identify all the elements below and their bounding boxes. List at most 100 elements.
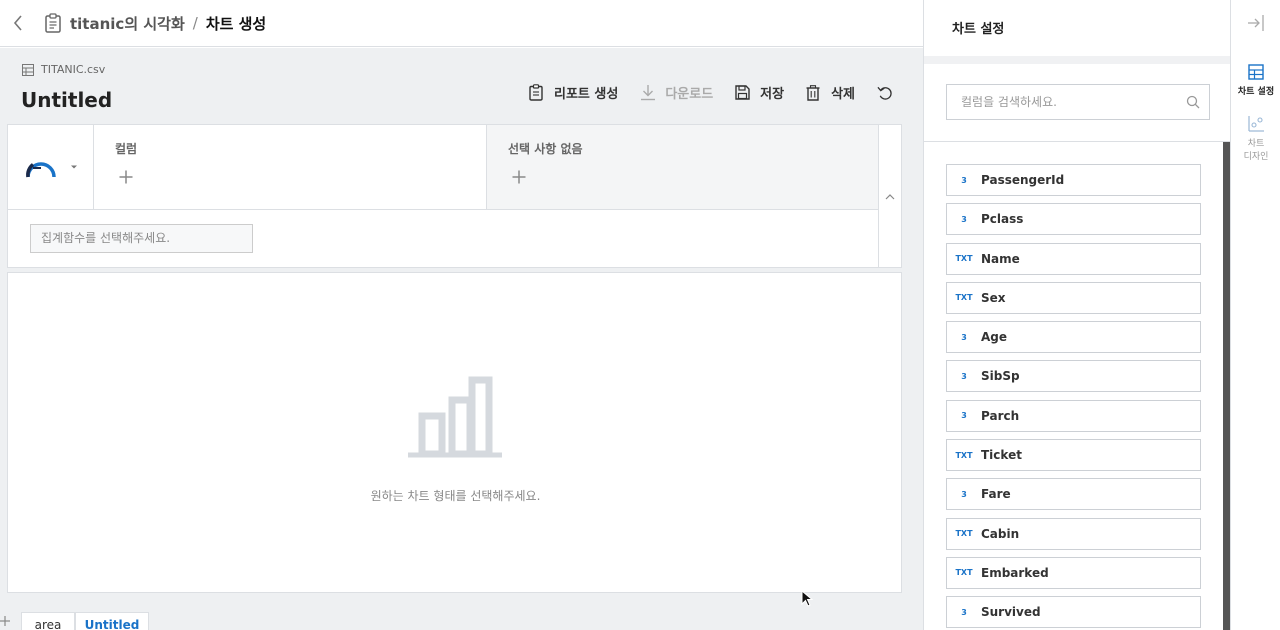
column-item-ticket[interactable]: TXT Ticket [946, 439, 1201, 472]
column-name: Sex [981, 290, 1006, 305]
file-name: TITANIC.csv [41, 63, 106, 76]
column-drop-zone[interactable]: 컬럼 [94, 125, 487, 209]
mouse-cursor-icon [801, 590, 813, 607]
selection-drop-zone[interactable]: 선택 사항 없음 [487, 125, 879, 209]
column-list-scrollbar[interactable] [1223, 142, 1230, 630]
chart-area: 원하는 차트 형태를 선택해주세요. [7, 272, 902, 593]
column-name: Name [981, 251, 1020, 266]
selection-label: 선택 사항 없음 [508, 142, 583, 156]
empty-chart-message: 원하는 차트 형태를 선택해주세요. [370, 489, 541, 503]
chart-type-selector[interactable] [8, 125, 94, 209]
trash-icon [806, 84, 822, 102]
numeric-type-icon: 3 [961, 489, 967, 499]
breadcrumb-current: 차트 생성 [205, 14, 267, 33]
close-panel-icon[interactable] [1247, 14, 1265, 32]
workspace: TITANIC.csv Untitled 리포트 생성 다운로드 저장 삭제 컬… [0, 48, 923, 610]
breadcrumb-separator: / [192, 14, 198, 32]
panel-separator [924, 141, 1231, 142]
chevron-up-icon [885, 194, 894, 200]
caret-down-icon [70, 165, 77, 169]
column-name: Pclass [981, 212, 1024, 227]
numeric-type-icon: 3 [961, 175, 967, 185]
column-name: PassengerId [981, 173, 1065, 187]
save-icon [735, 84, 751, 102]
add-column-button[interactable] [116, 167, 136, 187]
add-tab-button[interactable] [0, 614, 14, 630]
clipboard-icon [529, 84, 545, 102]
save-button[interactable]: 저장 [735, 83, 784, 102]
column-name: Survived [981, 605, 1041, 620]
panel-header: 차트 설정 [924, 0, 1231, 56]
column-name: Fare [981, 487, 1011, 502]
tab-area[interactable]: area [21, 612, 75, 630]
column-item-age[interactable]: 3 Age [946, 321, 1201, 354]
numeric-type-icon: 3 [961, 371, 967, 381]
tab-label: area [34, 618, 62, 630]
text-type-icon: TXT [955, 450, 973, 460]
numeric-type-icon: 3 [961, 411, 967, 421]
delete-button[interactable]: 삭제 [806, 83, 855, 102]
plus-icon [0, 616, 10, 626]
breadcrumb-parent[interactable]: titanic의 시각화 [70, 13, 185, 34]
column-item-cabin[interactable]: TXT Cabin [946, 517, 1201, 550]
panel-divider [924, 56, 1231, 64]
report-button[interactable]: 리포트 생성 [529, 83, 618, 102]
numeric-type-icon: 3 [961, 214, 967, 224]
side-rail: 차트 설정 차트 디자인 [1230, 0, 1280, 630]
numeric-type-icon: 3 [961, 607, 967, 617]
column-name: Parch [981, 408, 1020, 423]
toolbar: 리포트 생성 다운로드 저장 삭제 [507, 83, 893, 102]
back-button[interactable] [0, 0, 36, 46]
column-name: Age [981, 330, 1008, 345]
column-item-survived[interactable]: 3 Survived [946, 596, 1201, 629]
reset-button[interactable] [877, 84, 893, 102]
rail-chart-design[interactable]: 차트 디자인 [1231, 115, 1280, 162]
column-item-sex[interactable]: TXT Sex [946, 281, 1201, 314]
plus-icon [512, 170, 526, 184]
table-icon [22, 63, 34, 76]
column-list: 3 PassengerId 3 Pclass TXT Name TXT Sex 3 Age… [946, 164, 1201, 630]
column-item-pclass[interactable]: 3 Pclass [946, 203, 1201, 236]
text-type-icon: TXT [955, 254, 973, 264]
gauge-icon [25, 162, 56, 178]
add-selection-button[interactable] [509, 167, 529, 187]
column-item-embarked[interactable]: TXT Embarked [946, 556, 1201, 589]
search-icon [1186, 95, 1200, 109]
plus-icon [119, 170, 133, 184]
sheet-tab-bar: area Untitled [0, 610, 923, 630]
text-type-icon: TXT [955, 529, 973, 539]
chart-settings-panel: 차트 설정 컬럼을 검색하세요. 3 PassengerId 3 Pclass TX… [923, 0, 1231, 630]
column-item-passengerid[interactable]: 3 PassengerId [946, 164, 1201, 196]
rail-chart-settings-label: 차트 설정 [1237, 87, 1275, 97]
column-label: 컬럼 [115, 142, 138, 156]
download-icon [640, 84, 656, 102]
rail-chart-design-label-2: 디자인 [1243, 152, 1269, 162]
tab-label: Untitled [84, 618, 140, 630]
delete-button-label: 삭제 [831, 87, 855, 102]
tab-untitled[interactable]: Untitled [75, 612, 149, 630]
table-icon [1248, 64, 1264, 80]
rail-chart-settings[interactable]: 차트 설정 [1231, 63, 1280, 97]
aggregate-row: 집계함수를 선택해주세요. [8, 209, 879, 267]
file-info: TITANIC.csv [22, 63, 105, 76]
column-item-fare[interactable]: 3 Fare [946, 478, 1201, 511]
report-button-label: 리포트 생성 [553, 87, 619, 102]
download-button[interactable]: 다운로드 [640, 83, 713, 102]
column-item-name[interactable]: TXT Name [946, 242, 1201, 275]
save-button-label: 저장 [760, 87, 785, 102]
column-search-input[interactable]: 컬럼을 검색하세요. [946, 84, 1210, 120]
collapse-config-button[interactable] [878, 185, 901, 209]
panel-title: 차트 설정 [952, 22, 1005, 37]
search-placeholder: 컬럼을 검색하세요. [961, 95, 1057, 109]
column-name: Embarked [981, 565, 1049, 580]
rail-chart-design-label-1: 차트 [1247, 139, 1265, 149]
clipboard-icon [44, 13, 62, 33]
column-item-sibsp[interactable]: 3 SibSp [946, 360, 1201, 393]
column-item-parch[interactable]: 3 Parch [946, 399, 1201, 432]
numeric-type-icon: 3 [961, 332, 967, 342]
aggregate-select[interactable]: 집계함수를 선택해주세요. [30, 224, 253, 253]
download-button-label: 다운로드 [665, 87, 714, 102]
page-title[interactable]: Untitled [21, 88, 112, 112]
chart-design-icon [1248, 116, 1264, 132]
undo-icon [877, 84, 893, 102]
